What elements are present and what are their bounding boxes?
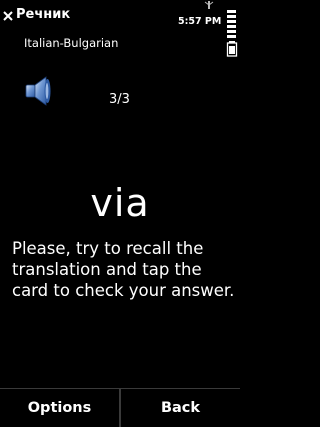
signal-icon (204, 1, 214, 9)
card-word: via (90, 181, 150, 225)
clock-time: 5:57 PM (178, 16, 222, 27)
back-softkey[interactable]: Back (121, 389, 240, 427)
softkey-bar: Options Back (0, 388, 240, 427)
instruction-text: Please, try to recall the translation an… (12, 239, 235, 300)
speaker-icon[interactable] (24, 74, 58, 108)
language-pair: Italian-Bulgarian (24, 36, 119, 50)
flashcard[interactable]: via Please, try to recall the translatio… (0, 170, 240, 380)
close-icon[interactable] (2, 10, 14, 22)
battery-icon (226, 10, 238, 57)
app-title: Речник (16, 7, 71, 22)
status-bar: Речник 5:57 PM (0, 0, 240, 57)
options-softkey[interactable]: Options (0, 389, 119, 427)
card-counter: 3/3 (109, 92, 130, 107)
